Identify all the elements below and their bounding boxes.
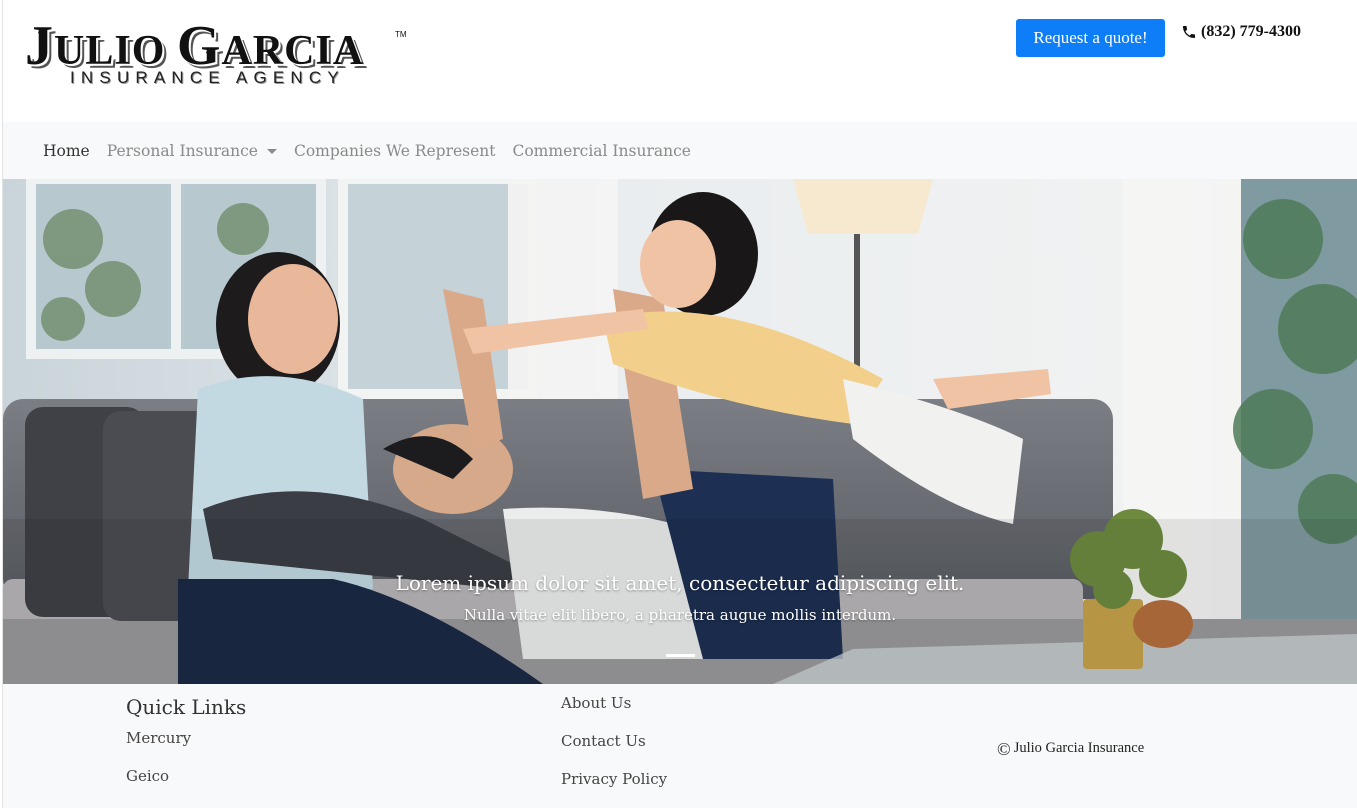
copyright-icon: © xyxy=(997,738,1011,759)
phone-number: (832) 779-4300 xyxy=(1201,23,1301,40)
main-navbar: Home Personal Insurance Companies We Rep… xyxy=(3,122,1357,179)
copyright-notice: © Julio Garcia Insurance xyxy=(997,738,1145,759)
footer-link-mercury[interactable]: Mercury xyxy=(126,729,191,747)
hero-carousel[interactable]: Lorem ipsum dolor sit amet, consectetur … xyxy=(3,179,1357,684)
nav-item-commercial-insurance[interactable]: Commercial Insurance xyxy=(512,142,690,160)
logo-tagline: INSURANCE AGENCY xyxy=(70,68,345,87)
footer-link-privacy-policy[interactable]: Privacy Policy xyxy=(561,770,667,788)
logo-trademark: TM xyxy=(395,30,407,39)
footer-link-about-us[interactable]: About Us xyxy=(561,694,631,712)
site-logo[interactable]: JULIO GARCIA TM INSURANCE AGENCY xyxy=(25,18,410,93)
request-quote-button[interactable]: Request a quote! xyxy=(1016,19,1165,57)
site-footer: Quick Links Mercury Geico About Us Conta… xyxy=(3,684,1357,808)
carousel-caption-title: Lorem ipsum dolor sit amet, consectetur … xyxy=(395,571,965,595)
phone-icon xyxy=(1183,26,1195,38)
site-header: JULIO GARCIA TM INSURANCE AGENCY Request… xyxy=(3,0,1357,122)
footer-link-geico[interactable]: Geico xyxy=(126,767,169,785)
copyright-text: Julio Garcia Insurance xyxy=(1013,740,1145,756)
phone-link[interactable]: (832) 779-4300 xyxy=(1181,22,1301,42)
nav-item-personal-insurance[interactable]: Personal Insurance xyxy=(107,142,277,160)
carousel-indicator-active[interactable] xyxy=(666,654,695,657)
footer-link-contact-us[interactable]: Contact Us xyxy=(561,732,646,750)
nav-item-home[interactable]: Home xyxy=(43,142,90,160)
nav-item-companies-we-represent[interactable]: Companies We Represent xyxy=(294,142,496,160)
carousel-caption-text: Nulla vitae elit libero, a pharetra augu… xyxy=(463,606,897,624)
caret-down-icon xyxy=(266,149,277,154)
quick-links-title: Quick Links xyxy=(126,695,247,719)
page-frame: JULIO GARCIA TM INSURANCE AGENCY Request… xyxy=(2,0,1357,808)
